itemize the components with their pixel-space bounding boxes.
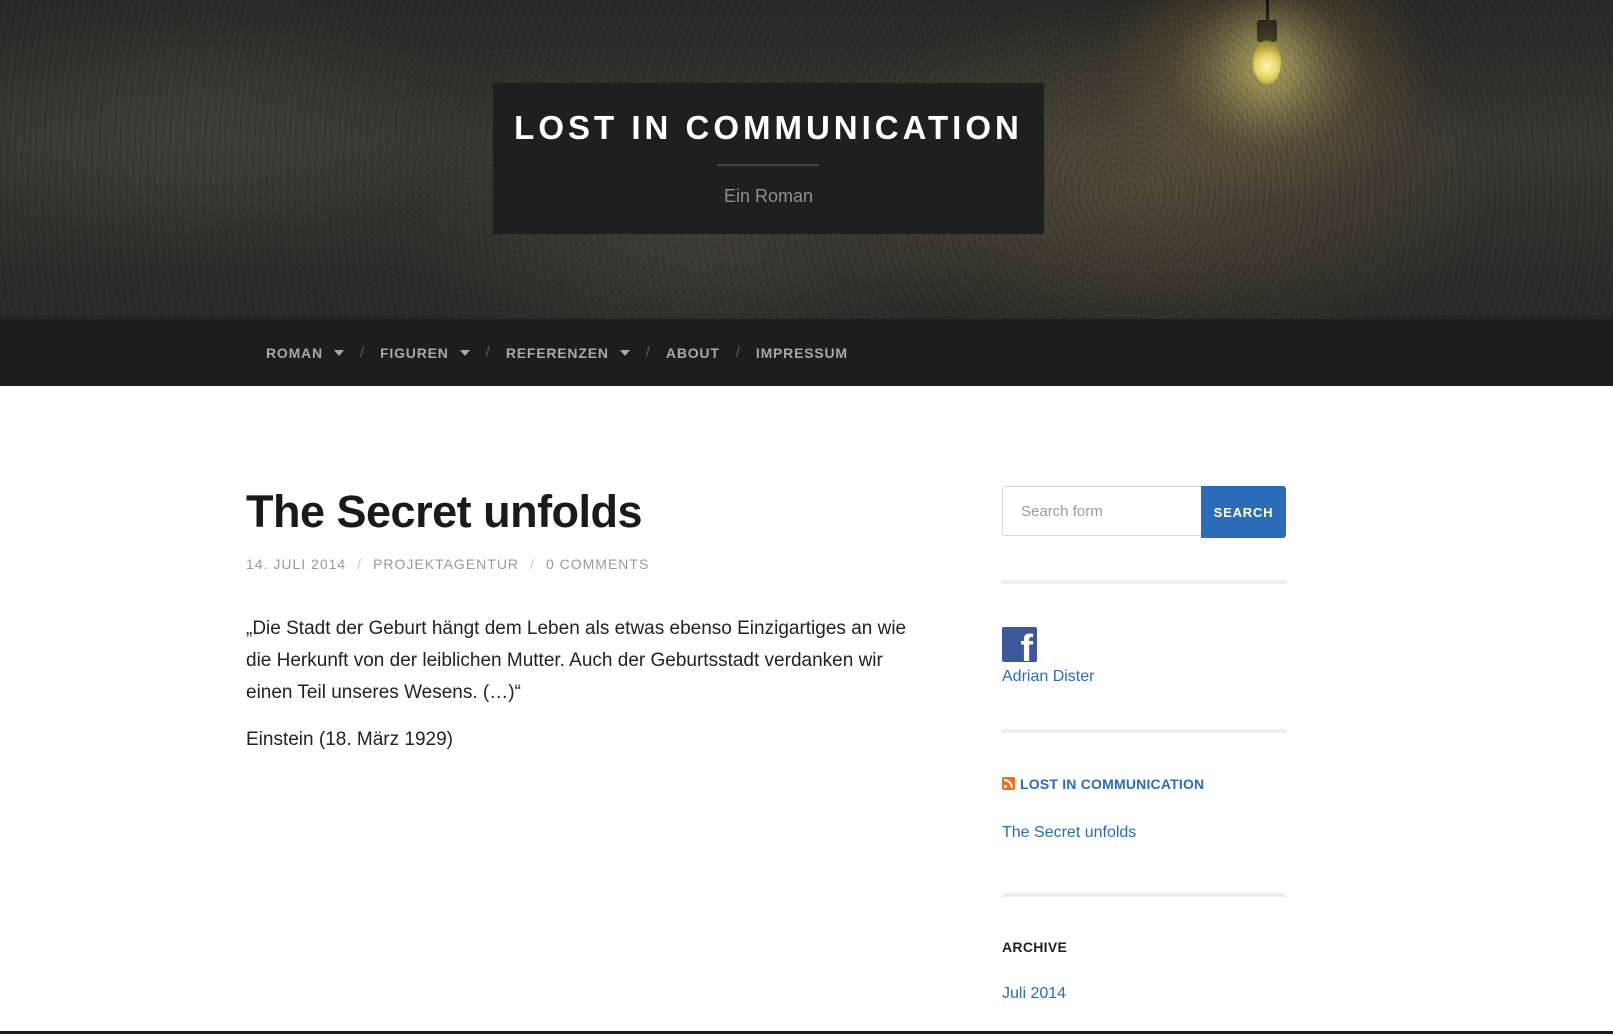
widget-divider	[1002, 580, 1286, 584]
facebook-icon[interactable]: f	[1002, 627, 1037, 662]
post-date[interactable]: 14. JULI 2014	[246, 556, 346, 572]
nav-item-figuren[interactable]: FIGUREN	[380, 345, 470, 361]
widget-divider	[1002, 729, 1286, 733]
post-author[interactable]: PROJEKTAGENTUR	[373, 556, 519, 572]
archive-widget-title: ARCHIVE	[1002, 939, 1068, 955]
nav-separator: /	[735, 344, 740, 361]
facebook-profile-link[interactable]: Adrian Dister	[1002, 668, 1094, 686]
nav-item-label: ABOUT	[665, 344, 720, 361]
meta-separator: /	[530, 556, 535, 572]
rss-feed-item[interactable]: The Secret unfolds	[1002, 824, 1136, 842]
caret-down-icon	[459, 350, 470, 356]
nav-item-about[interactable]: ABOUT	[666, 345, 720, 361]
rss-icon[interactable]	[1002, 777, 1015, 790]
site-tagline: Ein Roman	[723, 186, 814, 206]
header-banner: LOST IN COMMUNICATION Ein Roman	[0, 0, 1613, 319]
lamp-cord	[1266, 0, 1269, 24]
caret-down-icon	[333, 350, 344, 356]
nav-item-label: ROMAN	[266, 344, 323, 361]
rss-feed-title[interactable]: LOST IN COMMUNICATION	[1020, 776, 1204, 792]
nav-separator: /	[485, 344, 490, 361]
site-branding: LOST IN COMMUNICATION Ein Roman	[493, 83, 1044, 234]
lamp-socket	[1257, 20, 1277, 42]
nav-item-label: IMPRESSUM	[755, 344, 848, 361]
nav-item-label: FIGUREN	[380, 344, 449, 361]
light-bulb-image	[1253, 40, 1281, 84]
main-navigation: ROMAN / FIGUREN / REFERENZEN / ABOUT / I…	[0, 319, 1613, 386]
nav-item-referenzen[interactable]: REFERENZEN	[506, 345, 630, 361]
post-quote: „Die Stadt der Geburt hängt dem Leben al…	[246, 618, 907, 703]
nav-separator: /	[645, 344, 650, 361]
archive-link[interactable]: Juli 2014	[1002, 985, 1066, 1003]
post-source: Einstein (18. März 1929)	[246, 729, 453, 750]
search-input[interactable]	[1002, 486, 1201, 536]
post-comments-link[interactable]: 0 COMMENTS	[546, 556, 649, 572]
title-divider	[717, 164, 819, 166]
widget-divider	[1002, 893, 1286, 897]
nav-separator: /	[359, 344, 365, 361]
site-title[interactable]: LOST IN COMMUNICATION	[493, 109, 1044, 147]
search-button[interactable]: SEARCH	[1201, 486, 1286, 538]
nav-menu: ROMAN / FIGUREN / REFERENZEN / ABOUT / I…	[266, 319, 848, 386]
caret-down-icon	[619, 350, 630, 356]
nav-item-impressum[interactable]: IMPRESSUM	[756, 345, 848, 361]
nav-item-label: REFERENZEN	[505, 344, 609, 361]
post-meta: 14. JULI 2014 / PROJEKTAGENTUR / 0 COMME…	[246, 556, 649, 572]
meta-separator: /	[357, 556, 363, 572]
nav-item-roman[interactable]: ROMAN	[266, 345, 344, 361]
post-title[interactable]: The Secret unfolds	[246, 486, 643, 538]
